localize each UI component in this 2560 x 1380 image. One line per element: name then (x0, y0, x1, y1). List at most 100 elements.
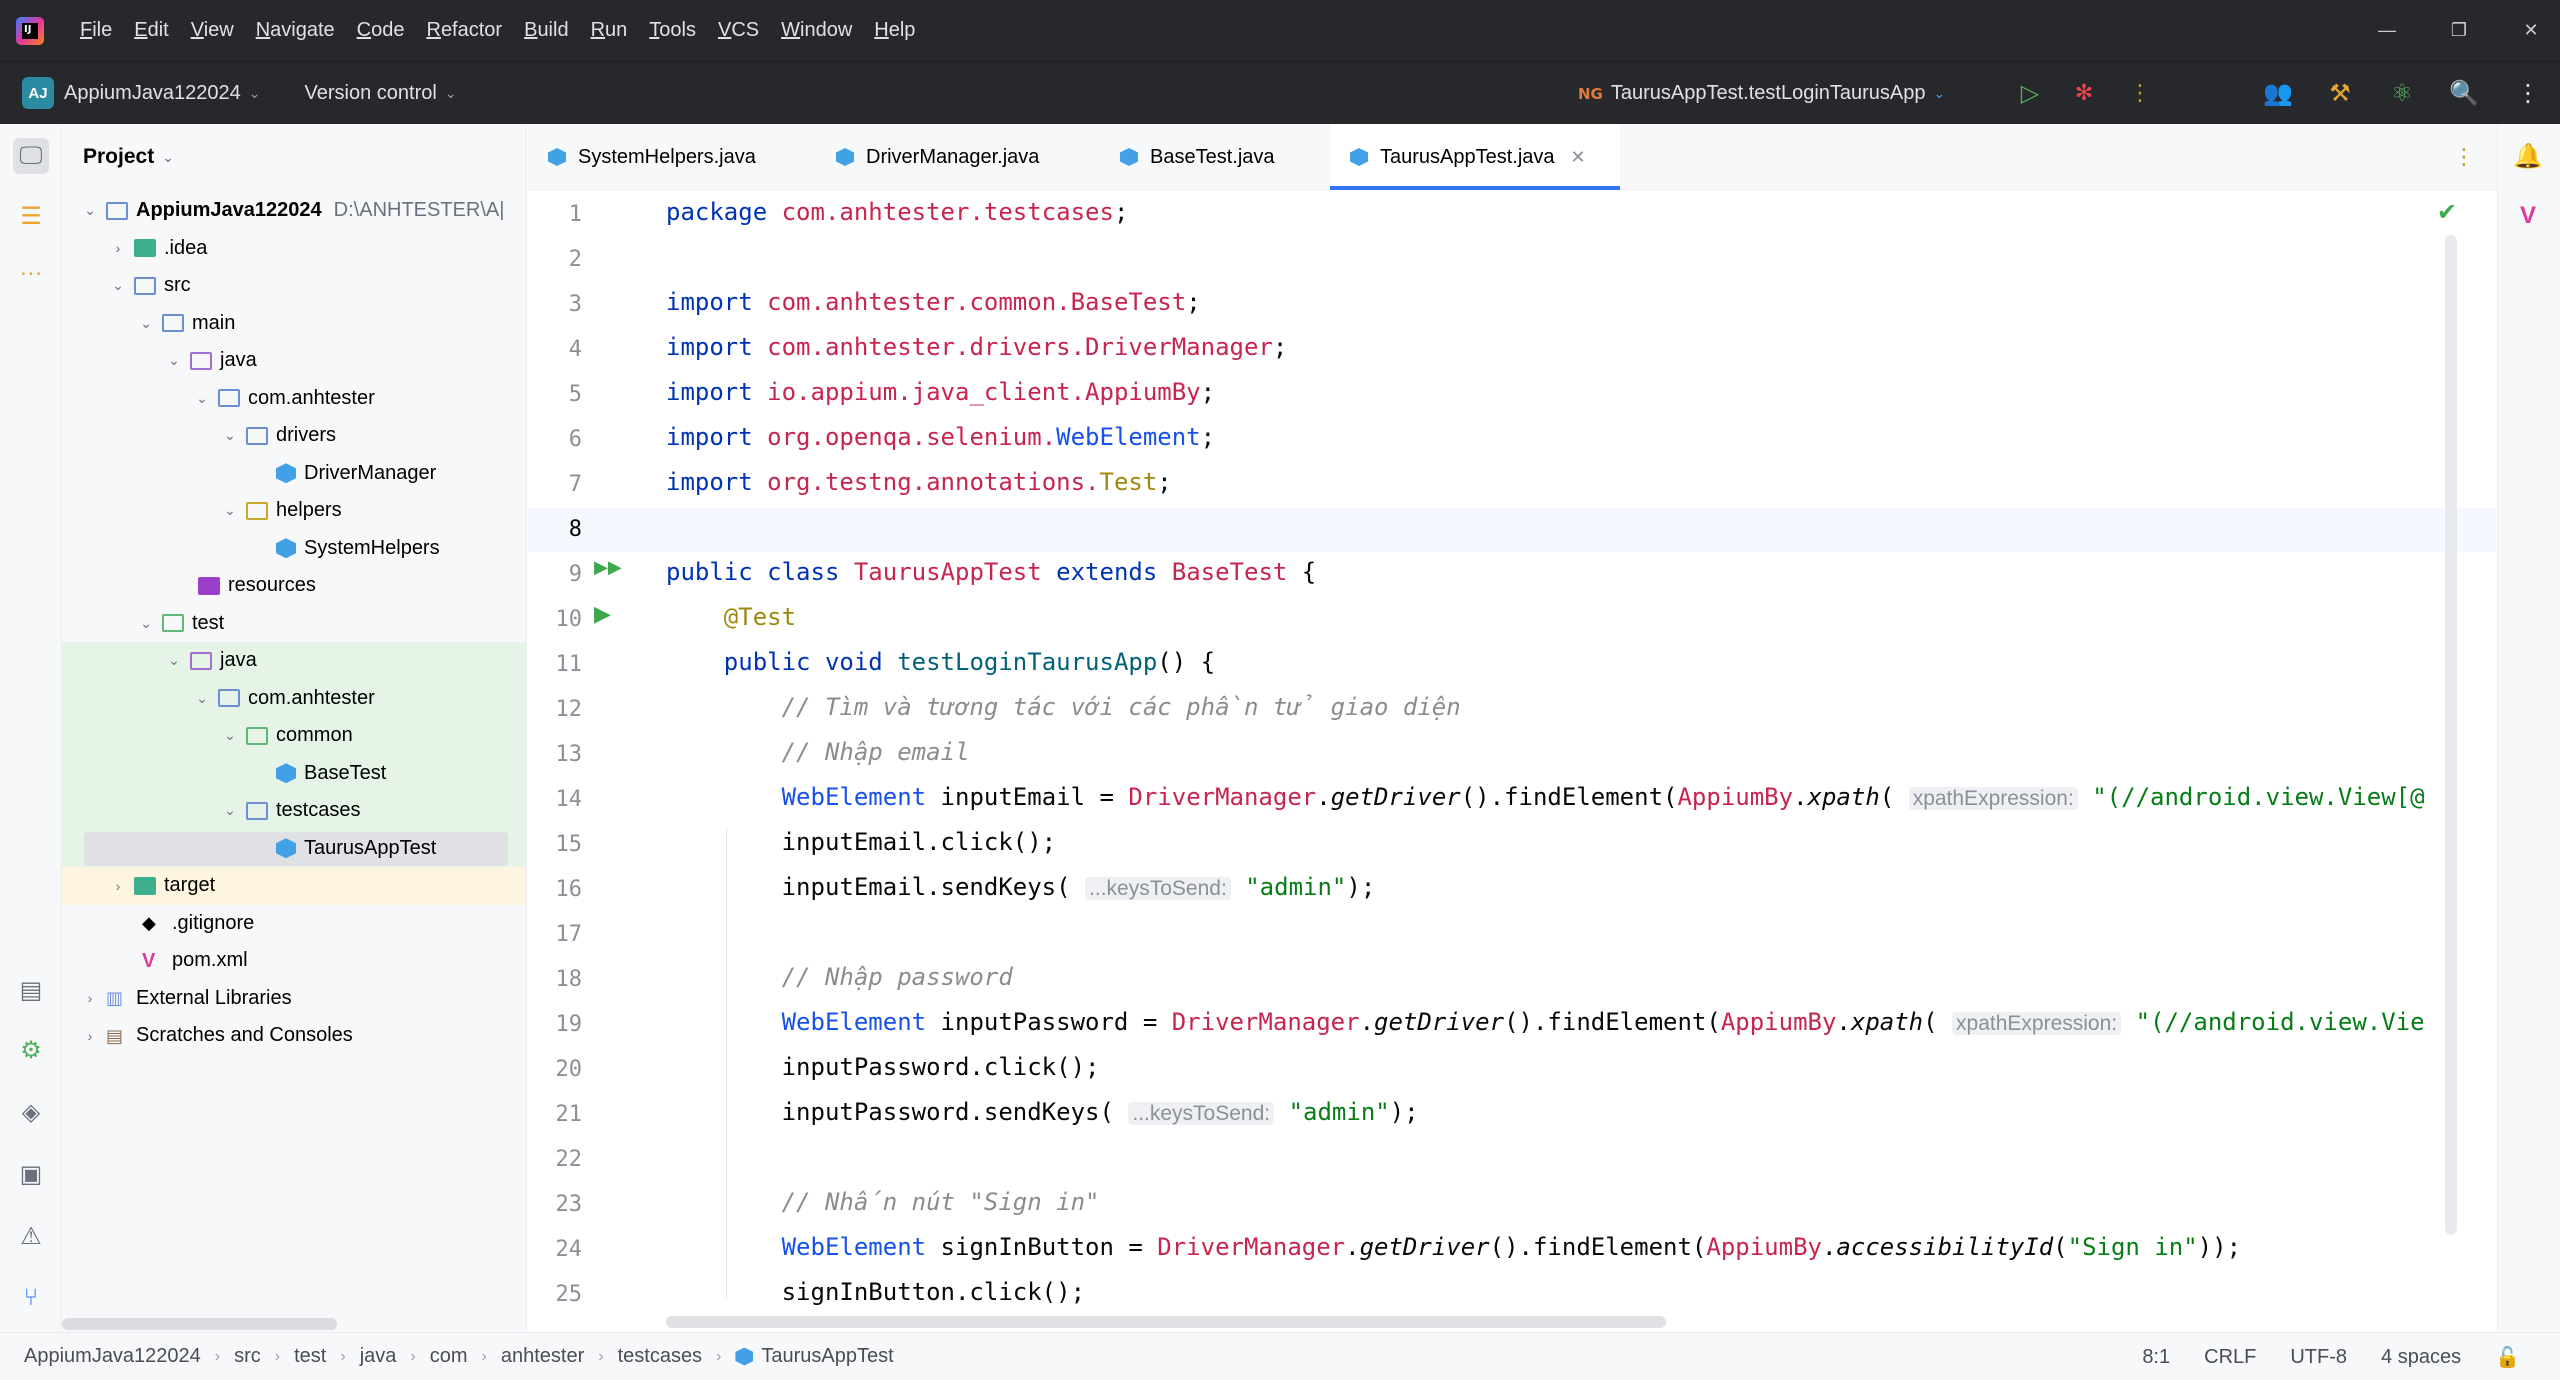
tree-item-java-test[interactable]: ⌄ java (62, 642, 526, 680)
tree-item-drivermanager[interactable]: DriverManager (62, 455, 526, 493)
tree-item-scratches[interactable]: › ▤ Scratches and Consoles (62, 1017, 526, 1055)
menu-file[interactable]: File (80, 19, 112, 42)
ai-assistant-icon[interactable]: ⚛ (2386, 77, 2418, 109)
no-problems-check-icon[interactable]: ✔ (2437, 198, 2457, 227)
expand-arrow-icon[interactable]: ⌄ (220, 427, 240, 444)
tree-item-helpers[interactable]: ⌄ helpers (62, 492, 526, 530)
build-tools-icon[interactable]: ⚒ (2324, 77, 2356, 109)
problems-icon[interactable]: ⚠ (13, 1218, 49, 1254)
close-tab-icon[interactable]: ✕ (1571, 147, 1586, 168)
menu-view[interactable]: View (191, 19, 234, 42)
panel-horizontal-scrollbar[interactable] (62, 1318, 337, 1330)
tab-drivermanager[interactable]: DriverManager.java (816, 124, 1100, 190)
project-name[interactable]: AppiumJava122024 (64, 82, 241, 105)
tree-item-com-anhtester[interactable]: ⌄ com.anhtester (62, 380, 526, 418)
restore-icon[interactable]: ❐ (2448, 20, 2470, 41)
tree-item-root[interactable]: ⌄ AppiumJava122024 D:\ANHTESTER\A| (62, 192, 526, 230)
tree-item-target[interactable]: › target (62, 867, 526, 905)
run-method-gutter-icon[interactable]: ▶ (594, 601, 611, 627)
menu-build[interactable]: Build (524, 19, 568, 42)
run-config-label[interactable]: TaurusAppTest.testLoginTaurusApp (1611, 82, 1926, 105)
git-branch-icon[interactable]: ⑂ (13, 1280, 49, 1316)
more-tools-icon[interactable]: … (13, 250, 49, 286)
project-panel-header[interactable]: Project ⌄ (62, 124, 526, 190)
tree-item-idea[interactable]: › .idea (62, 230, 526, 268)
editor-horizontal-scrollbar[interactable] (666, 1316, 1666, 1328)
bookmarks-icon[interactable]: ▤ (13, 972, 49, 1008)
breadcrumb-item[interactable]: AppiumJava122024 (24, 1345, 201, 1368)
project-tool-icon[interactable]: 🖵 (13, 138, 49, 174)
breadcrumb-item[interactable]: TaurusAppTest (735, 1345, 894, 1368)
tree-item-basetest[interactable]: BaseTest (62, 754, 526, 792)
chevron-down-icon[interactable]: ⌄ (445, 85, 457, 102)
tree-item-main[interactable]: ⌄ main (62, 305, 526, 343)
breadcrumb-item[interactable]: com (430, 1345, 468, 1368)
menu-code[interactable]: Code (357, 19, 405, 42)
services-icon[interactable]: ⚙ (13, 1032, 49, 1068)
project-badge-icon[interactable]: AJ (22, 77, 54, 109)
expand-arrow-icon[interactable]: ⌄ (192, 690, 212, 707)
file-encoding[interactable]: UTF-8 (2290, 1346, 2347, 1369)
code-with-me-icon[interactable]: 👥 (2262, 77, 2294, 109)
breadcrumb-item[interactable]: testcases (618, 1345, 702, 1368)
menu-run[interactable]: Run (591, 19, 628, 42)
version-control-label[interactable]: Version control (305, 82, 437, 105)
debug-icon[interactable]: ✻ (2068, 77, 2100, 109)
tab-taurusapptest[interactable]: TaurusAppTest.java ✕ (1330, 124, 1620, 190)
code-editor[interactable]: ✔ ▶▶ ▶ package com.anhtester.testcases; … (528, 190, 2497, 1332)
close-window-icon[interactable]: ✕ (2520, 20, 2542, 41)
tree-item-com-anhtester-test[interactable]: ⌄ com.anhtester (62, 679, 526, 717)
layers-icon[interactable]: ◈ (13, 1094, 49, 1130)
tree-item-testcases[interactable]: ⌄ testcases (62, 792, 526, 830)
menu-vcs[interactable]: VCS (718, 19, 759, 42)
breadcrumb-item[interactable]: java (360, 1345, 397, 1368)
terminal-icon[interactable]: ▣ (13, 1156, 49, 1192)
maven-icon[interactable]: V (2510, 198, 2546, 234)
expand-arrow-icon[interactable]: ⌄ (220, 502, 240, 519)
settings-more-icon[interactable]: ⋮ (2512, 77, 2544, 109)
menu-help[interactable]: Help (874, 19, 915, 42)
menu-window[interactable]: Window (781, 19, 852, 42)
search-icon[interactable]: 🔍 (2448, 77, 2480, 109)
menu-edit[interactable]: Edit (134, 19, 168, 42)
tree-item-drivers[interactable]: ⌄ drivers (62, 417, 526, 455)
run-class-gutter-icon[interactable]: ▶▶ (594, 557, 622, 578)
chevron-down-icon[interactable]: ⌄ (162, 149, 174, 166)
tab-options-icon[interactable]: ⋮ (2453, 144, 2475, 170)
notifications-icon[interactable]: 🔔 (2510, 138, 2546, 174)
tree-item-test[interactable]: ⌄ test (62, 605, 526, 643)
run-icon[interactable]: ▷ (2014, 77, 2046, 109)
collapsed-arrow-icon[interactable]: › (108, 878, 128, 894)
structure-tool-icon[interactable]: ☰ (13, 198, 49, 234)
run-config-selector[interactable]: NG TaurusAppTest.testLoginTaurusApp ⌄ (1578, 62, 1945, 125)
expand-arrow-icon[interactable]: ⌄ (192, 390, 212, 407)
tree-item-taurusapptest-row[interactable]: TaurusAppTest (62, 829, 526, 867)
collapsed-arrow-icon[interactable]: › (80, 1028, 100, 1044)
tab-systemhelpers[interactable]: SystemHelpers.java (528, 124, 816, 190)
expand-arrow-icon[interactable]: ⌄ (108, 277, 128, 294)
breadcrumb-item[interactable]: test (294, 1345, 326, 1368)
tree-item-gitignore[interactable]: ◆ .gitignore (62, 905, 526, 943)
menu-tools[interactable]: Tools (649, 19, 696, 42)
breadcrumb-item[interactable]: anhtester (501, 1345, 584, 1368)
caret-position[interactable]: 8:1 (2142, 1346, 2170, 1369)
chevron-down-icon[interactable]: ⌄ (249, 85, 261, 102)
chevron-down-icon[interactable]: ⌄ (1934, 85, 1946, 102)
expand-arrow-icon[interactable]: ⌄ (80, 202, 100, 219)
intellij-logo-icon[interactable]: IJ (16, 16, 44, 45)
tree-item-common[interactable]: ⌄ common (62, 717, 526, 755)
expand-arrow-icon[interactable]: ⌄ (136, 315, 156, 332)
tree-item-pom[interactable]: V pom.xml (62, 942, 526, 980)
more-actions-icon[interactable]: ⋮ (2124, 77, 2156, 109)
editor-vertical-scrollbar[interactable] (2445, 235, 2457, 1235)
tree-item-java-main[interactable]: ⌄ java (62, 342, 526, 380)
expand-arrow-icon[interactable]: ⌄ (164, 352, 184, 369)
collapsed-arrow-icon[interactable]: › (80, 990, 100, 1006)
tree-item-resources[interactable]: resources (62, 567, 526, 605)
minimize-icon[interactable]: — (2376, 20, 2398, 41)
breadcrumb-item[interactable]: src (234, 1345, 261, 1368)
version-control-widget[interactable]: Version control ⌄ (295, 82, 457, 105)
tab-basetest[interactable]: BaseTest.java (1100, 124, 1330, 190)
collapsed-arrow-icon[interactable]: › (108, 240, 128, 256)
indent-setting[interactable]: 4 spaces (2381, 1346, 2461, 1369)
